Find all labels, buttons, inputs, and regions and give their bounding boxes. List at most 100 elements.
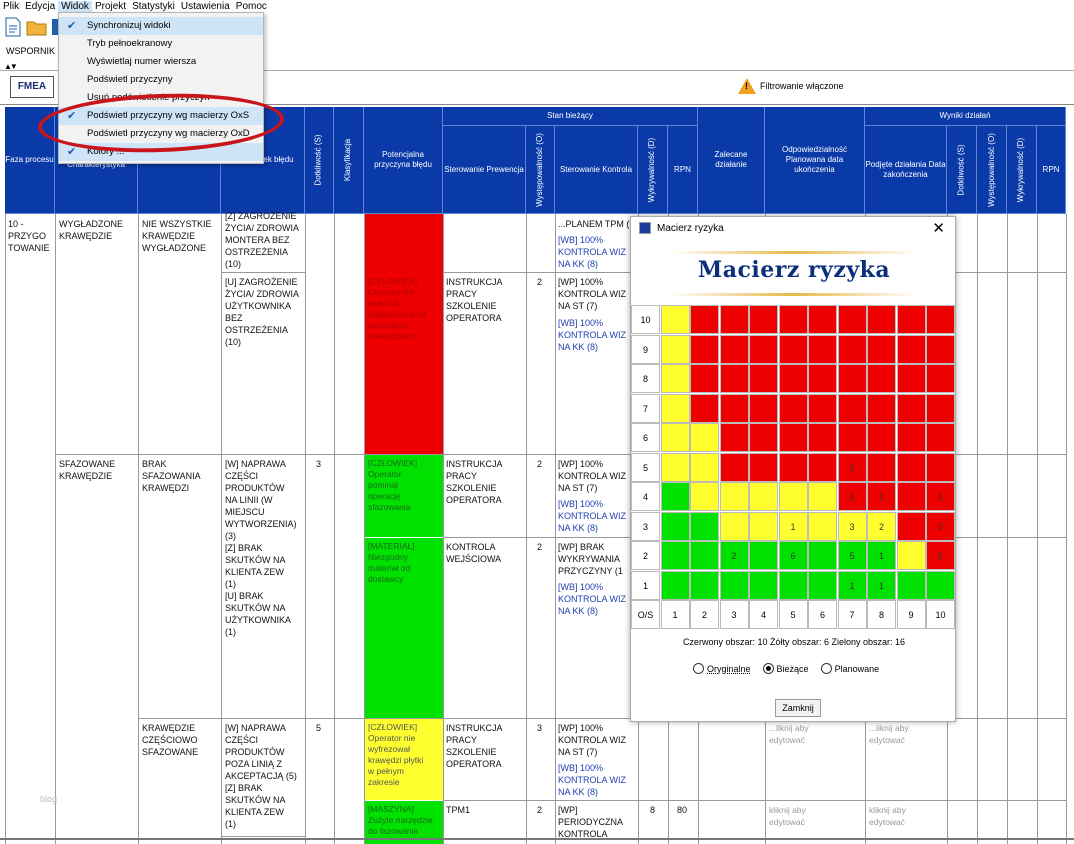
menu-widok[interactable]: Widok	[58, 0, 92, 12]
faza-cell[interactable]: 10 - PRZYGO TOWANIE	[8, 218, 50, 254]
matrix-cell[interactable]	[778, 305, 808, 334]
col-wystepowalnosc-2[interactable]: Występowalność (O)	[977, 126, 1007, 214]
kontrola-cell[interactable]: [WB] 100% KONTROLA WIZ NA KK (8)	[558, 498, 626, 534]
matrix-cell[interactable]	[896, 305, 926, 334]
col-podjete[interactable]: Podjęte działania Data zakończenia	[865, 126, 947, 214]
kontrola-cell[interactable]: [WB] 100% KONTROLA WIZ NA KK (8)	[558, 234, 626, 270]
menu-item-synchronizuj[interactable]: ✔ Synchronizuj widoki	[59, 17, 263, 35]
matrix-cell[interactable]	[926, 393, 955, 423]
fmea-button[interactable]: FMEA	[10, 76, 54, 98]
matrix-cell[interactable]	[867, 305, 896, 334]
col-wykrywalnosc[interactable]: Wykrywalność (D)	[638, 126, 668, 214]
matrix-cell[interactable]	[690, 570, 719, 600]
menu-item-numer-wiersza[interactable]: Wyświetlaj numer wiersza	[59, 53, 263, 71]
col-odpowiedzialnosc[interactable]: Odpowiedzialność Planowana data ukończen…	[765, 107, 865, 214]
menu-pomoc[interactable]: Pomoc	[233, 1, 270, 12]
close-button[interactable]: Zamknij	[775, 699, 821, 717]
matrix-cell[interactable]	[749, 452, 778, 482]
matrix-cell[interactable]	[896, 334, 926, 364]
matrix-cell[interactable]	[660, 452, 690, 482]
matrix-cell[interactable]: 1	[867, 570, 896, 600]
matrix-cell[interactable]	[867, 364, 896, 393]
matrix-cell[interactable]	[660, 570, 690, 600]
matrix-cell[interactable]	[808, 364, 837, 393]
matrix-cell[interactable]	[690, 452, 719, 482]
close-icon[interactable]: ✕	[932, 219, 945, 237]
matrix-cell[interactable]	[867, 334, 896, 364]
matrix-cell[interactable]	[690, 511, 719, 541]
matrix-cell[interactable]	[719, 305, 749, 334]
matrix-cell[interactable]	[660, 482, 690, 511]
matrix-cell[interactable]	[690, 393, 719, 423]
prewencja-cell[interactable]: INSTRUKCJA PRACY SZKOLENIE OPERATORA	[446, 722, 503, 770]
matrix-cell[interactable]	[660, 364, 690, 393]
menu-edycja[interactable]: Edycja	[22, 1, 58, 12]
funkcja-cell[interactable]: WYGŁADZONE KRAWĘDZIE	[59, 218, 123, 242]
matrix-cell[interactable]	[896, 541, 926, 570]
matrix-cell[interactable]: 1	[837, 570, 867, 600]
col-przyczyna[interactable]: Potencjalna przyczyna błędu	[364, 107, 443, 214]
matrix-cell[interactable]	[749, 541, 778, 570]
col-rpn-2[interactable]: RPN	[1037, 126, 1066, 214]
matrix-cell[interactable]	[719, 423, 749, 452]
new-document-icon[interactable]	[4, 17, 22, 37]
kontrola-cell[interactable]: [WP] BRAK WYKRYWANIA PRZYCZYNY (1	[558, 541, 623, 577]
matrix-cell[interactable]	[896, 511, 926, 541]
matrix-cell[interactable]	[926, 570, 955, 600]
matrix-cell[interactable]	[926, 423, 955, 452]
matrix-cell[interactable]	[749, 334, 778, 364]
edit-placeholder[interactable]: ...liknij aby edytować	[869, 722, 909, 746]
s-cell[interactable]: 5	[316, 722, 321, 734]
matrix-cell[interactable]	[690, 305, 719, 334]
przyczyna-cell[interactable]: [CZŁOWIEK] Operator nie wyfrezował krawę…	[368, 722, 423, 788]
matrix-cell[interactable]	[926, 305, 955, 334]
matrix-cell[interactable]	[749, 570, 778, 600]
matrix-cell[interactable]: 1	[778, 511, 808, 541]
matrix-cell[interactable]	[719, 452, 749, 482]
matrix-cell[interactable]	[808, 511, 837, 541]
matrix-cell[interactable]: 6	[778, 541, 808, 570]
matrix-cell[interactable]	[896, 482, 926, 511]
matrix-cell[interactable]	[749, 482, 778, 511]
matrix-cell[interactable]	[896, 364, 926, 393]
skutek-cell[interactable]: [Z] ZAGROŻENIE ŻYCIA/ ZDROWIA MONTERA BE…	[225, 210, 299, 270]
open-folder-icon[interactable]	[26, 17, 48, 37]
matrix-cell[interactable]	[719, 570, 749, 600]
rodzaj-cell[interactable]: NIE WSZYSTKIE KRAWĘDZIE WYGŁADZONE	[142, 218, 212, 254]
matrix-cell[interactable]	[837, 364, 867, 393]
matrix-cell[interactable]: 1	[837, 452, 867, 482]
matrix-cell[interactable]	[808, 570, 837, 600]
matrix-cell[interactable]	[837, 334, 867, 364]
skutek-cell[interactable]: [W] NAPRAWA CZĘŚCI PRODUKTÓW POZA LINIĄ …	[225, 722, 297, 830]
przyczyna-cell[interactable]: [MATERIAŁ] Niezgodny materiał od dostawc…	[368, 541, 415, 585]
o-cell[interactable]: 2	[537, 541, 542, 553]
col-prewencja[interactable]: Sterowanie Prewencja	[443, 126, 526, 214]
edit-placeholder[interactable]: kliknij aby edytować	[769, 804, 806, 828]
kontrola-cell[interactable]: [WB] 100% KONTROLA WIZ NA KK (8)	[558, 762, 626, 798]
matrix-cell[interactable]	[749, 511, 778, 541]
matrix-cell[interactable]	[926, 364, 955, 393]
matrix-cell[interactable]	[778, 364, 808, 393]
radio-current[interactable]: Bieżące	[762, 663, 809, 674]
matrix-cell[interactable]	[749, 305, 778, 334]
matrix-cell[interactable]: 2	[867, 511, 896, 541]
matrix-cell[interactable]	[778, 393, 808, 423]
matrix-cell[interactable]	[896, 393, 926, 423]
matrix-cell[interactable]	[837, 305, 867, 334]
o-cell[interactable]: 2	[537, 276, 542, 288]
matrix-cell[interactable]	[837, 393, 867, 423]
matrix-cell[interactable]	[808, 393, 837, 423]
menu-projekt[interactable]: Projekt	[92, 1, 129, 12]
przyczyna-cell[interactable]: [CZŁOWIEK] Operator nie wykonał wygładza…	[368, 276, 427, 342]
prewencja-cell[interactable]: TPM1	[446, 804, 470, 816]
matrix-cell[interactable]	[896, 452, 926, 482]
d-cell[interactable]: 8	[650, 804, 655, 816]
col-wykrywalnosc-2[interactable]: Wykrywalność (D)	[1007, 126, 1037, 214]
matrix-cell[interactable]	[778, 423, 808, 452]
dialog-titlebar[interactable]: Macierz ryzyka ✕	[631, 217, 955, 241]
s-cell[interactable]: 3	[316, 458, 321, 470]
col-kontrola[interactable]: Sterowanie Kontrola	[555, 126, 638, 214]
matrix-cell[interactable]	[926, 334, 955, 364]
matrix-cell[interactable]	[690, 364, 719, 393]
matrix-cell[interactable]: 1	[867, 541, 896, 570]
